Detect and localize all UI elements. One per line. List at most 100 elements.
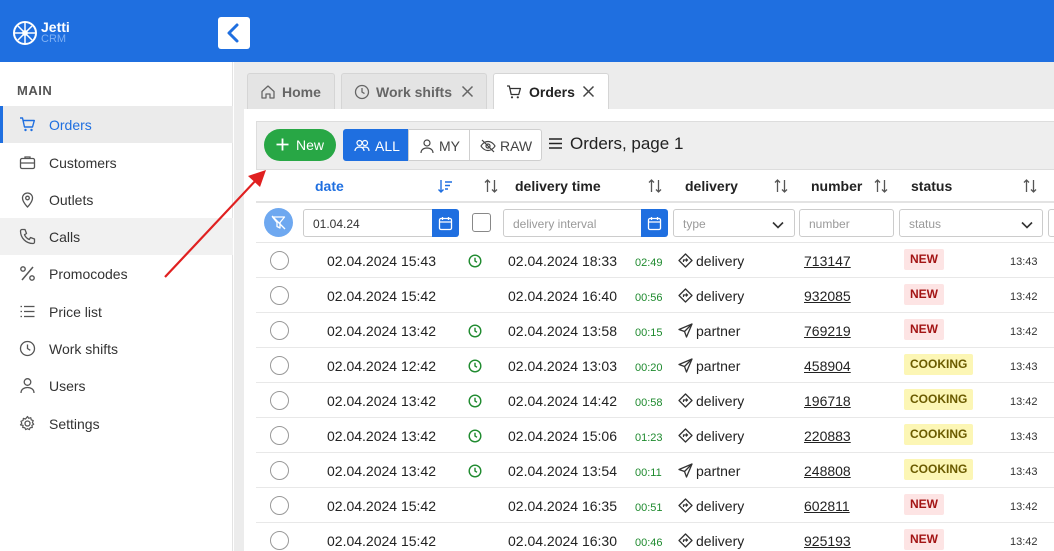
delivery-time: 02.04.2024 15:06: [508, 428, 617, 444]
order-number-link[interactable]: 932085: [804, 288, 851, 304]
close-icon[interactable]: [581, 84, 596, 99]
row-select-radio[interactable]: [270, 461, 289, 480]
table-row[interactable]: 02.04.2024 13:42 02.04.2024 13:58 00:15 par…: [256, 313, 1054, 348]
order-number-link[interactable]: 769219: [804, 323, 851, 339]
column-header-date[interactable]: date: [315, 176, 344, 198]
column-header-number[interactable]: number: [811, 176, 862, 198]
status-time: 13:43: [1010, 256, 1038, 268]
row-select-radio[interactable]: [270, 531, 289, 550]
directions-icon: [678, 288, 693, 303]
column-header-delivery-time[interactable]: delivery time: [515, 176, 601, 198]
table-row[interactable]: 02.04.2024 15:42 02.04.2024 16:30 00:46 del…: [256, 523, 1054, 551]
order-number-link[interactable]: 602811: [804, 498, 850, 514]
tab-orders[interactable]: Orders: [493, 73, 609, 110]
sidebar-item-work-shifts[interactable]: Work shifts: [0, 330, 233, 367]
sidebar-item-outlets[interactable]: Outlets: [0, 181, 233, 218]
new-order-button[interactable]: New: [264, 129, 336, 161]
row-select-radio[interactable]: [270, 391, 289, 410]
status-badge: COOKING: [904, 389, 974, 410]
order-number-link[interactable]: 458904: [804, 358, 851, 374]
table-row[interactable]: 02.04.2024 12:42 02.04.2024 13:03 00:20 par…: [256, 348, 1054, 383]
time-filter-input[interactable]: [1048, 209, 1054, 237]
briefcase-icon: [19, 156, 36, 170]
sidebar-item-label: Work shifts: [49, 341, 118, 357]
filter-raw-label: RAW: [500, 138, 533, 154]
brand-subtitle: CRM: [41, 33, 67, 45]
delivery-type: partner: [696, 323, 741, 339]
row-select-radio[interactable]: [270, 496, 289, 515]
status-badge: COOKING: [904, 424, 974, 445]
order-number-link[interactable]: 196718: [804, 393, 851, 409]
row-select-radio[interactable]: [270, 286, 289, 305]
row-select-radio[interactable]: [270, 321, 289, 340]
status-badge: NEW: [904, 319, 944, 340]
status-time: 13:43: [1010, 466, 1038, 478]
sidebar-item-orders[interactable]: Orders: [0, 106, 233, 143]
sidebar-item-settings[interactable]: Settings: [0, 405, 233, 442]
row-select-radio[interactable]: [270, 426, 289, 445]
sort-desc-icon[interactable]: [437, 178, 453, 194]
order-number-link[interactable]: 248808: [804, 463, 851, 479]
order-number-link[interactable]: 925193: [804, 533, 851, 549]
close-icon[interactable]: [460, 84, 475, 99]
sidebar-item-users[interactable]: Users: [0, 367, 233, 404]
filter-toggle-button[interactable]: [264, 208, 293, 237]
type-filter-select[interactable]: type: [673, 209, 795, 237]
filter-my-button[interactable]: MY: [408, 129, 470, 161]
delivery-interval-input[interactable]: delivery interval: [503, 209, 642, 237]
tab-work-shifts[interactable]: Work shifts: [341, 73, 487, 109]
table-row[interactable]: 02.04.2024 15:42 02.04.2024 16:40 00:56 del…: [256, 278, 1054, 313]
sidebar-item-calls[interactable]: Calls: [0, 218, 233, 255]
filter-all-button[interactable]: ALL: [343, 129, 409, 161]
elapsed-time: 00:51: [635, 502, 663, 514]
delivery-time: 02.04.2024 16:40: [508, 288, 617, 304]
send-icon: [678, 463, 693, 478]
table-row[interactable]: 02.04.2024 13:42 02.04.2024 14:42 00:58 del…: [256, 383, 1054, 418]
date-filter-input[interactable]: 01.04.24: [303, 209, 433, 237]
gear-icon: [19, 415, 35, 431]
tab-home[interactable]: Home: [247, 73, 335, 109]
brand[interactable]: Jetti CRM: [12, 17, 132, 47]
order-date: 02.04.2024 13:42: [327, 323, 436, 339]
directions-icon: [678, 253, 693, 268]
sidebar-item-label: Users: [49, 378, 86, 394]
status-time: 13:42: [1010, 326, 1038, 338]
filter-my-label: MY: [439, 138, 460, 154]
table-row[interactable]: 02.04.2024 15:42 02.04.2024 16:35 00:51 del…: [256, 488, 1054, 523]
date-calendar-button[interactable]: [432, 209, 459, 237]
table-row[interactable]: 02.04.2024 15:43 02.04.2024 18:33 02:49 del…: [256, 243, 1054, 278]
sidebar-item-label: Settings: [49, 416, 100, 432]
table-row[interactable]: 02.04.2024 13:42 02.04.2024 15:06 01:23 del…: [256, 418, 1054, 453]
filter-raw-button[interactable]: RAW: [469, 129, 542, 161]
sidebar-item-label: Orders: [49, 117, 92, 133]
elapsed-time: 00:58: [635, 397, 663, 409]
sort-icon[interactable]: [873, 178, 889, 194]
sort-icon[interactable]: [1022, 178, 1038, 194]
calendar-icon: [647, 217, 662, 231]
sort-icon[interactable]: [773, 178, 789, 194]
menu-icon[interactable]: [548, 136, 563, 151]
sort-icon[interactable]: [483, 178, 499, 194]
sidebar-item-promocodes[interactable]: Promocodes: [0, 255, 233, 292]
clock-filter-checkbox[interactable]: [472, 213, 491, 232]
sidebar-collapse-button[interactable]: [218, 17, 250, 49]
sidebar-item-price-list[interactable]: Price list: [0, 293, 233, 330]
order-date: 02.04.2024 15:42: [327, 288, 436, 304]
clock-icon: [468, 429, 482, 443]
column-header-status[interactable]: status: [911, 176, 952, 198]
column-header-delivery[interactable]: delivery: [685, 176, 738, 198]
order-date: 02.04.2024 15:42: [327, 533, 436, 549]
phone-icon: [19, 228, 36, 245]
row-select-radio[interactable]: [270, 251, 289, 270]
row-select-radio[interactable]: [270, 356, 289, 375]
delivery-calendar-button[interactable]: [641, 209, 668, 237]
sort-icon[interactable]: [647, 178, 663, 194]
order-number-link[interactable]: 713147: [804, 253, 851, 269]
table-row[interactable]: 02.04.2024 13:42 02.04.2024 13:54 00:11 par…: [256, 453, 1054, 488]
brand-name: Jetti: [41, 19, 70, 35]
sidebar-item-customers[interactable]: Customers: [0, 144, 233, 181]
elapsed-time: 02:49: [635, 257, 663, 269]
order-number-link[interactable]: 220883: [804, 428, 851, 444]
status-filter-select[interactable]: status: [899, 209, 1043, 237]
number-filter-input[interactable]: number: [799, 209, 894, 237]
